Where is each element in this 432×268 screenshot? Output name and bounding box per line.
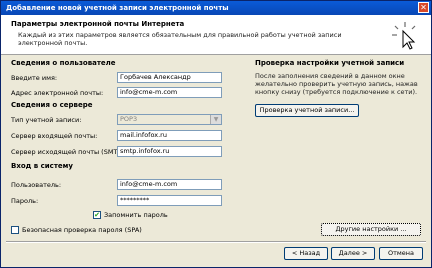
user-input[interactable]: info@cme-m.com bbox=[117, 179, 222, 190]
spa-label: Безопасная проверка пароля (SPA) bbox=[22, 226, 142, 234]
server-info-heading: Сведения о сервере bbox=[11, 101, 93, 109]
password-label: Пароль: bbox=[11, 197, 39, 205]
cursor-click-icon bbox=[392, 22, 416, 50]
cancel-button[interactable]: Отмена bbox=[379, 247, 423, 260]
test-description: После заполнения сведений в данном окне … bbox=[255, 72, 418, 96]
title-bar[interactable]: Добавление новой учетной записи электрон… bbox=[1, 1, 431, 15]
incoming-server-label: Сервер входящей почты: bbox=[11, 132, 98, 140]
outgoing-server-label: Сервер исходящей почты (SMTP): bbox=[11, 148, 127, 156]
close-button[interactable]: ✕ bbox=[418, 2, 429, 13]
header-title: Параметры электронной почты Интернета bbox=[11, 20, 185, 28]
name-input[interactable]: Горбачев Александр bbox=[117, 72, 222, 83]
outgoing-server-input[interactable]: smtp.infofox.ru bbox=[117, 146, 222, 157]
wizard-header: Параметры электронной почты Интернета Ка… bbox=[1, 15, 431, 55]
next-button[interactable]: Далее > bbox=[331, 247, 375, 260]
remember-password-checkbox[interactable]: ✔ bbox=[93, 211, 101, 219]
user-info-heading: Сведения о пользователе bbox=[11, 59, 116, 67]
divider bbox=[6, 241, 426, 243]
name-label: Введите имя: bbox=[11, 74, 58, 82]
window-title: Добавление новой учетной записи электрон… bbox=[6, 4, 229, 12]
test-heading: Проверка настройки учетной записи bbox=[255, 59, 405, 67]
email-label: Адрес электронной почты: bbox=[11, 89, 104, 97]
password-input[interactable]: ********* bbox=[117, 195, 222, 206]
more-settings-button[interactable]: Другие настройки ... bbox=[321, 223, 421, 236]
account-type-value: POP3 bbox=[120, 115, 138, 123]
back-button[interactable]: < Назад bbox=[284, 247, 328, 260]
account-type-select[interactable]: POP3 ▼ bbox=[117, 114, 222, 125]
remember-password-label: Запомнить пароль bbox=[104, 211, 168, 219]
header-subtitle: Каждый из этих параметров является обяза… bbox=[18, 31, 342, 47]
chevron-down-icon[interactable]: ▼ bbox=[210, 115, 221, 124]
user-label: Пользователь: bbox=[11, 181, 62, 189]
dialog-window: Добавление новой учетной записи электрон… bbox=[0, 0, 432, 268]
test-account-button[interactable]: Проверка учетной записи... bbox=[255, 104, 359, 117]
spa-checkbox[interactable] bbox=[11, 226, 19, 234]
email-input[interactable]: info@cme-m.com bbox=[117, 87, 222, 98]
account-type-label: Тип учетной записи: bbox=[11, 116, 82, 124]
logon-info-heading: Вход в систему bbox=[11, 162, 73, 170]
incoming-server-input[interactable]: mail.infofox.ru bbox=[117, 130, 222, 141]
